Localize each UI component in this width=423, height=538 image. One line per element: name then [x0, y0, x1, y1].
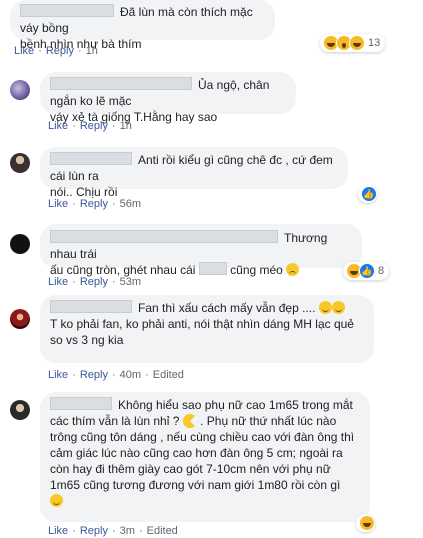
comment-text: . Phụ nữ thứ nhất lúc nào: [200, 414, 337, 428]
reply-link[interactable]: Reply: [80, 198, 108, 210]
comment-text: Không hiểu sao phụ nữ cao 1m65 trong mắt: [118, 398, 353, 412]
reaction-summary[interactable]: [356, 514, 375, 532]
comment-text: trông cũng tôn dáng , nếu cùng chiều cao…: [50, 430, 355, 444]
comment-bubble: Fan thì xấu cách mấy vẫn đẹp .... T ko p…: [40, 295, 374, 363]
redacted-text: [198, 262, 227, 275]
like-link[interactable]: Like: [48, 369, 68, 381]
frown-emoji-icon: [286, 263, 300, 276]
reply-link[interactable]: Reply: [80, 369, 108, 381]
comment-text: Fan thì xấu cách mấy vẫn đẹp ....: [138, 301, 316, 315]
redacted-author-name: [50, 152, 132, 165]
timestamp[interactable]: 40m: [120, 369, 141, 381]
timestamp[interactable]: 3m: [120, 525, 135, 537]
reaction-summary[interactable]: 👍 8: [343, 262, 390, 280]
comment-bubble: Không hiểu sao phụ nữ cao 1m65 trong mắt…: [40, 392, 370, 522]
reply-link[interactable]: Reply: [80, 276, 108, 288]
comment-actions: Like · Reply · 3m · Edited: [48, 525, 178, 537]
like-link[interactable]: Like: [48, 276, 68, 288]
like-icon: 👍: [361, 186, 377, 202]
smile-emoji-icon: [50, 494, 63, 507]
redacted-author-name: [50, 77, 192, 90]
comment-actions: Like · Reply · 56m: [48, 198, 142, 210]
comment-bubble: Anti rồi kiểu gì cũng chê đc , cứ đem cá…: [40, 147, 348, 199]
reaction-count: 8: [378, 265, 385, 277]
comment-text: cảm giác lúc nào cũng cao hơn đàn ông 5 …: [50, 446, 343, 460]
comment-text: T ko phải fan, ko phải anti, nói thật nh…: [50, 317, 354, 331]
comment-actions: Like · Reply · 1h: [14, 45, 98, 57]
redacted-author-name: [20, 4, 114, 17]
comment-text: so vs 3 ng kia: [50, 333, 124, 347]
comment-actions: Like · Reply · 40m · Edited: [48, 369, 184, 381]
pacman-emoji-icon: [182, 414, 197, 428]
like-icon: 👍: [359, 263, 375, 279]
avatar[interactable]: [10, 309, 30, 329]
like-link[interactable]: Like: [48, 525, 68, 537]
reply-link[interactable]: Reply: [80, 525, 108, 537]
comment-text: nói.. Chịu rồi: [50, 185, 118, 199]
reaction-summary[interactable]: 13: [320, 34, 386, 52]
avatar[interactable]: [10, 80, 30, 100]
comment-bubble: Thương nhau trái ấu cũng tròn, ghét nhau…: [40, 224, 362, 277]
smile-emoji-icon: [331, 301, 345, 314]
avatar[interactable]: [10, 153, 30, 173]
avatar[interactable]: [10, 234, 30, 254]
edited-label[interactable]: Edited: [147, 525, 178, 537]
redacted-author-name: [50, 300, 132, 313]
comment-text: cũng méo: [230, 263, 283, 277]
comment-bubble: Ủa ngộ, chân ngắn ko lẽ mặc váy xẻ tà gi…: [40, 72, 296, 124]
redacted-author-name: [50, 230, 278, 243]
haha-icon: [349, 35, 365, 51]
comment-text: ấu cũng tròn, ghét nhau cái: [50, 263, 196, 277]
edited-label[interactable]: Edited: [153, 369, 184, 381]
comment-actions: Like · Reply · 1h: [48, 120, 132, 132]
comment-text: còn hay đi thêm giày cao gót 7-10cm nên …: [50, 462, 331, 476]
smile-emoji-icon: [318, 301, 332, 314]
like-link[interactable]: Like: [48, 120, 68, 132]
timestamp[interactable]: 56m: [120, 198, 141, 210]
comment-text: 1m65 cũng tương đương với nam giới 1m80 …: [50, 478, 341, 492]
comment-actions: Like · Reply · 53m: [48, 276, 142, 288]
reaction-summary[interactable]: 👍: [358, 185, 377, 203]
redacted-author-name: [50, 397, 112, 410]
reply-link[interactable]: Reply: [46, 45, 74, 57]
reply-link[interactable]: Reply: [80, 120, 108, 132]
timestamp[interactable]: 1h: [120, 120, 132, 132]
comment-text: các thím vẫn là lùn nhỉ ?: [50, 414, 180, 428]
timestamp[interactable]: 1h: [86, 45, 98, 57]
comment-bubble: Đã lùn mà còn thích mặc váy bồng bềnh nh…: [10, 0, 275, 51]
timestamp[interactable]: 53m: [120, 276, 141, 288]
reaction-count: 13: [368, 37, 381, 49]
like-link[interactable]: Like: [48, 198, 68, 210]
avatar[interactable]: [10, 400, 30, 420]
like-link[interactable]: Like: [14, 45, 34, 57]
haha-icon: [359, 515, 375, 531]
